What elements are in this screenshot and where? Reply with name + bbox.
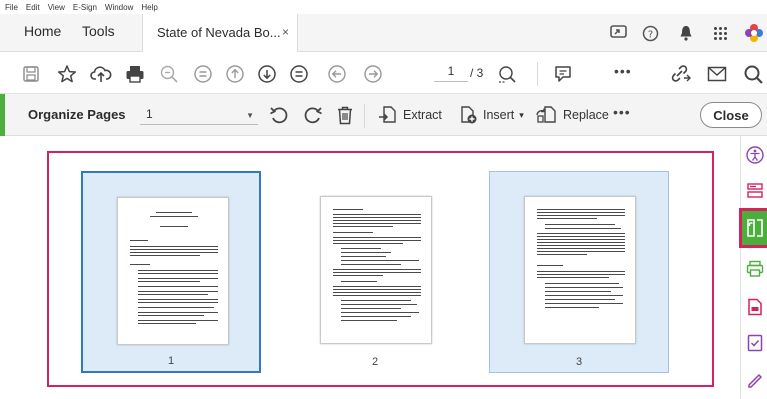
organize-pages-toolbar: Organize Pages 1 ▼ Extract Insert ▾ Repl… [0,94,767,136]
page-total: / 3 [470,66,484,80]
tools-rail [739,136,767,399]
apps-grid-icon[interactable] [710,23,730,43]
tab-document[interactable]: State of Nevada Bo... × [142,14,298,52]
menu-view[interactable]: View [48,3,65,12]
zoom-out-icon[interactable] [158,63,180,85]
insert-icon [461,106,477,124]
page-thumbnail[interactable]: 1 [81,171,261,373]
share-link-icon[interactable] [670,63,692,85]
replace-button[interactable]: Replace [536,104,609,126]
chevron-down-icon: ▾ [519,109,524,120]
tab-tools[interactable]: Tools [82,23,115,39]
replace-label: Replace [563,108,609,122]
extract-button[interactable]: Extract [378,104,442,126]
scroll-mode-icon[interactable] [288,63,310,85]
save-icon[interactable] [20,63,42,85]
tab-document-title: State of Nevada Bo... [157,25,281,40]
menu-window[interactable]: Window [105,3,133,12]
menu-file[interactable]: File [5,3,18,12]
print-icon[interactable] [124,63,146,85]
sign-pen-icon[interactable] [744,368,766,390]
toolbar-divider [537,62,538,86]
page-preview [320,196,432,344]
help-icon[interactable]: ? [640,23,660,43]
page-preview [117,197,229,345]
tab-close-icon[interactable]: × [282,25,289,39]
export-pdf-icon[interactable] [744,296,766,318]
tool-accent-bar [0,94,5,136]
forms-icon[interactable] [744,180,766,202]
page-number-label: 2 [371,356,379,368]
replace-icon [536,106,556,123]
print-production-icon[interactable] [744,258,766,280]
tab-home[interactable]: Home [24,23,61,39]
rotate-left-icon[interactable] [268,104,290,126]
tab-bar: Home Tools State of Nevada Bo... × ? [0,14,767,52]
email-icon[interactable] [706,63,728,85]
insert-button[interactable]: Insert ▾ [458,104,524,126]
page-number-input[interactable]: 1 [434,64,468,82]
svg-text:?: ? [647,29,652,40]
next-page-icon[interactable] [256,63,278,85]
menu-bar: File Edit View E-Sign Window Help [0,0,767,14]
rotate-right-icon[interactable] [302,104,324,126]
comment-icon[interactable] [552,63,574,85]
select-zoom-icon[interactable] [496,63,518,85]
chevron-down-icon: ▼ [246,111,254,120]
menu-edit[interactable]: Edit [26,3,40,12]
main-toolbar: 1 / 3 ••• [0,52,767,94]
page-number-label: 3 [575,356,583,368]
page-range-value: 1 [146,107,153,121]
page-number-label: 1 [167,355,175,367]
back-arrow-icon[interactable] [326,63,348,85]
menu-esign[interactable]: E-Sign [73,3,97,12]
organize-pages-title: Organize Pages [28,107,126,122]
page-thumbnail[interactable]: 2 [285,171,465,373]
close-button[interactable]: Close [700,102,762,128]
bell-icon[interactable] [676,23,696,43]
share-screen-icon[interactable] [608,23,628,43]
page-range-select[interactable]: 1 ▼ [140,105,258,125]
trash-icon[interactable] [334,104,356,126]
forward-arrow-icon[interactable] [362,63,384,85]
extract-label: Extract [403,108,442,122]
menu-help[interactable]: Help [141,3,157,12]
fill-sign-icon[interactable] [744,332,766,354]
toolbar-divider [364,104,365,128]
organize-pages-icon [747,219,763,237]
account-avatar-icon[interactable] [744,23,764,43]
upload-cloud-icon[interactable] [90,63,112,85]
page-preview [524,196,636,344]
accessibility-icon[interactable] [744,144,766,166]
search-user-icon[interactable] [742,63,764,85]
more-tools-button[interactable]: ••• [614,63,632,79]
star-icon[interactable] [56,63,78,85]
fit-page-icon[interactable] [192,63,214,85]
previous-page-icon[interactable] [224,63,246,85]
extract-icon [379,106,396,123]
organize-pages-tool-button[interactable] [739,208,767,248]
more-organize-button[interactable]: ••• [613,104,631,120]
insert-label: Insert [483,108,515,122]
page-thumbnail[interactable]: 3 [489,171,669,373]
